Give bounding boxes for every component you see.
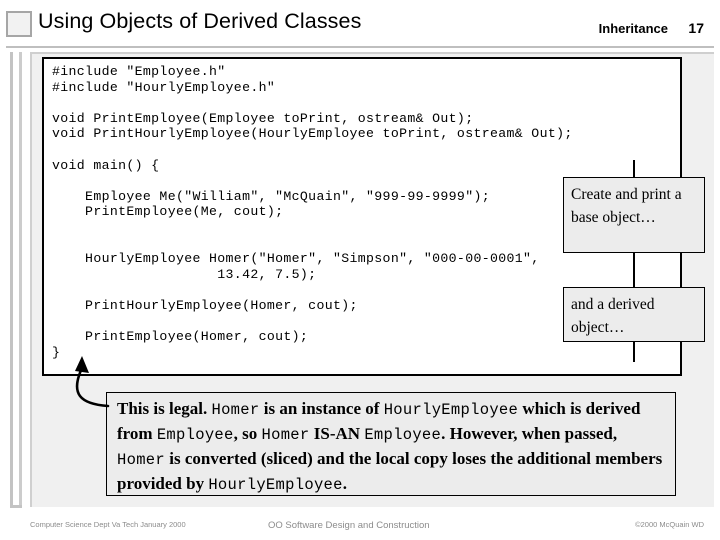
explanation-code-employee-2: Employee <box>364 426 442 444</box>
left-rail-inner <box>19 52 22 507</box>
explanation-code-hourlyemployee-1: HourlyEmployee <box>383 401 519 419</box>
explanation-code-hourlyemployee-2: HourlyEmployee <box>208 476 343 494</box>
explanation-text-6: . However, when passed, <box>441 424 618 443</box>
explanation-code-homer-1: Homer <box>211 401 260 419</box>
left-rail-foot <box>10 505 22 508</box>
header-subject-label: Inheritance <box>598 21 668 36</box>
explanation-code-homer-2: Homer <box>261 426 310 444</box>
footer-right-text: ©2000 McQuain WD <box>635 520 704 529</box>
header-divider <box>6 46 714 48</box>
slide-number: 17 <box>688 20 704 36</box>
explanation-text-4: , so <box>233 424 262 443</box>
title-bullet-square-icon <box>6 11 32 37</box>
slide-footer: Computer Science Dept Va Tech January 20… <box>0 514 720 540</box>
arrow-callout-to-code <box>75 356 110 408</box>
code-listing: #include "Employee.h" #include "HourlyEm… <box>52 64 573 360</box>
explanation-text-7: is converted (sliced) and the local copy… <box>117 449 663 493</box>
connector-line-base <box>633 160 635 178</box>
explanation-code-homer-3: Homer <box>117 451 166 469</box>
explanation-text-2: is an instance of <box>259 399 384 418</box>
footer-center-text: OO Software Design and Construction <box>268 520 430 531</box>
left-rail-outer <box>10 52 13 507</box>
connector-line-derived-top <box>633 253 635 288</box>
page-title: Using Objects of Derived Classes <box>38 9 362 33</box>
explanation-text-5: IS-AN <box>309 424 365 443</box>
callout-derived-object: and a derived object… <box>563 287 705 342</box>
footer-left-text: Computer Science Dept Va Tech January 20… <box>30 520 186 529</box>
callout-explanation: This is legal. Homer is an instance of H… <box>106 392 676 496</box>
slide-header: Using Objects of Derived Classes Inherit… <box>0 0 720 48</box>
explanation-text-8: . <box>342 474 347 493</box>
callout-create-base-object: Create and print a base object… <box>563 177 705 253</box>
explanation-code-employee-1: Employee <box>156 426 234 444</box>
connector-line-derived-bottom <box>633 342 635 362</box>
